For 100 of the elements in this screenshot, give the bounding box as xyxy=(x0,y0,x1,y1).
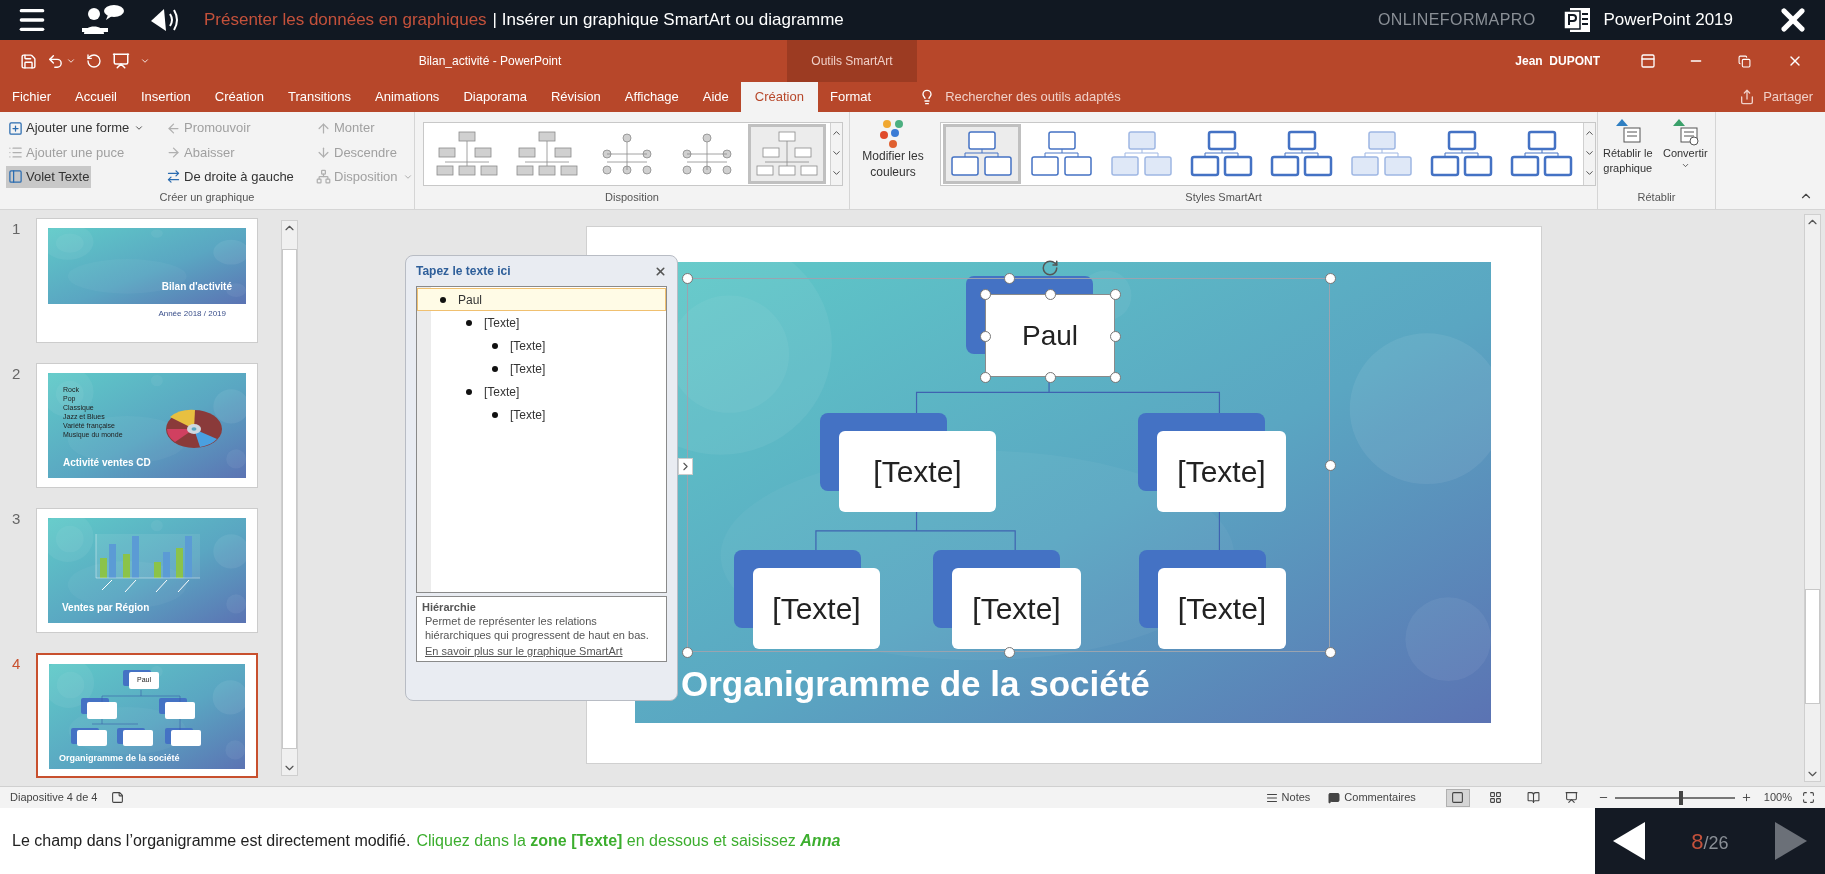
resize-handle[interactable] xyxy=(1003,647,1015,658)
org-chart-node[interactable]: [Texte] xyxy=(1158,568,1286,649)
ribbon-tab[interactable]: Insertion xyxy=(128,82,203,112)
resize-handle[interactable] xyxy=(1003,273,1015,284)
org-chart-node[interactable]: [Texte] xyxy=(952,568,1081,649)
resize-handle[interactable] xyxy=(1110,289,1121,300)
resize-handle[interactable] xyxy=(682,647,693,658)
ribbon-tab[interactable]: Format xyxy=(817,82,884,112)
next-icon[interactable] xyxy=(1775,822,1807,860)
share-button[interactable]: Partager xyxy=(1739,82,1825,112)
org-chart-node[interactable]: [Texte] xyxy=(839,431,996,512)
scrollbar[interactable] xyxy=(281,220,298,776)
resize-handle[interactable] xyxy=(1045,372,1056,383)
normal-view-icon xyxy=(1451,791,1465,804)
previous-icon[interactable] xyxy=(1613,822,1645,860)
tutor-icon[interactable] xyxy=(80,4,126,36)
reset-graphic-button[interactable]: Rétablir le graphique xyxy=(1599,116,1657,176)
ribbon-display-icon[interactable] xyxy=(1640,53,1656,69)
expand-pane-icon[interactable] xyxy=(678,458,693,475)
resize-handle[interactable] xyxy=(1325,460,1336,471)
scroll-thumb[interactable] xyxy=(282,249,297,749)
ribbon-command[interactable]: Volet Texte xyxy=(6,165,92,188)
scroll-thumb[interactable] xyxy=(1805,589,1820,704)
slide-counter: Diapositive 4 de 4 xyxy=(10,790,98,806)
ribbon-tab[interactable]: Diaporama xyxy=(451,82,539,112)
resize-handle[interactable] xyxy=(980,289,991,300)
outline-item[interactable]: [Texte] xyxy=(417,380,666,403)
scrollbar[interactable] xyxy=(1804,214,1821,782)
bullet-icon xyxy=(492,411,498,418)
org-chart-icon xyxy=(949,129,1015,179)
ribbon-tab[interactable]: Révision xyxy=(538,82,613,112)
outline-item[interactable]: [Texte] xyxy=(417,357,666,380)
style-option[interactable] xyxy=(943,124,1021,184)
notes-check-icon[interactable] xyxy=(111,791,125,804)
ribbon-command[interactable]: De droite à gauche xyxy=(164,165,296,188)
org-chart-icon xyxy=(1429,129,1495,179)
slide-number: 1 xyxy=(11,219,22,239)
ribbon-tab[interactable]: Animations xyxy=(363,82,452,112)
arrow-down-icon xyxy=(316,144,331,160)
slide-thumbnail[interactable]: Bilan d'activité Année 2018 / 2019 xyxy=(36,218,258,343)
zoom-in-icon[interactable] xyxy=(1740,792,1752,803)
resize-handle[interactable] xyxy=(1110,372,1121,383)
convert-button[interactable]: Convertir xyxy=(1656,116,1714,170)
cd-drawing xyxy=(165,409,223,449)
ribbon-tab[interactable]: Fichier xyxy=(0,82,63,112)
ribbon-tab[interactable]: Accueil xyxy=(63,82,129,112)
comments-button[interactable]: Commentaires xyxy=(1328,789,1416,806)
org-chart-node[interactable]: [Texte] xyxy=(1157,431,1286,512)
org-chart-node[interactable]: [Texte] xyxy=(753,568,880,649)
thumbnail-title: Organigramme de la société xyxy=(59,751,180,765)
thumbnail-title: Ventes par Région xyxy=(62,601,150,615)
rotate-handle-icon[interactable] xyxy=(1041,259,1059,277)
outline-item[interactable]: [Texte] xyxy=(417,311,666,334)
resize-handle[interactable] xyxy=(1325,647,1336,658)
close-icon[interactable] xyxy=(654,264,667,278)
course-title: Présenter les données en graphiques xyxy=(204,9,487,32)
bullet-list-icon xyxy=(8,144,23,160)
comment-icon xyxy=(1328,791,1341,804)
resize-handle[interactable] xyxy=(1110,330,1121,342)
ribbon-tab[interactable]: Affichage xyxy=(612,82,691,112)
undo-icon[interactable] xyxy=(47,52,64,70)
thumbnail-subtitle: Année 2018 / 2019 xyxy=(158,308,226,320)
search-field[interactable]: Rechercher des outils adaptés xyxy=(945,87,1121,107)
zoom-slider[interactable] xyxy=(1612,790,1737,805)
thumbnail-title: Bilan d'activité xyxy=(161,280,232,294)
notes-button[interactable]: Notes xyxy=(1265,789,1311,806)
customize-icon[interactable] xyxy=(140,56,150,66)
zoom-percentage[interactable]: 100% xyxy=(1763,789,1792,806)
resize-handle[interactable] xyxy=(1045,289,1056,300)
ribbon-tab[interactable]: Création xyxy=(202,82,276,112)
resize-handle[interactable] xyxy=(682,273,693,284)
resize-handle[interactable] xyxy=(1325,273,1336,284)
change-colors-button[interactable]: Modifier les couleurs xyxy=(850,118,936,180)
fit-slide-icon[interactable] xyxy=(1802,791,1815,804)
org-chart-icon xyxy=(1269,129,1335,179)
outline-item[interactable]: [Texte] xyxy=(417,403,666,426)
panel-icon xyxy=(8,169,23,185)
save-icon[interactable] xyxy=(20,52,37,70)
outline-item[interactable]: Paul xyxy=(417,288,666,311)
slider-thumb[interactable] xyxy=(1678,790,1683,805)
ribbon-tab[interactable]: Aide xyxy=(690,82,741,112)
share-icon xyxy=(1739,89,1756,105)
org-chart-node[interactable]: Paul xyxy=(985,294,1115,377)
learn-more-link[interactable]: En savoir plus sur le graphique SmartArt xyxy=(422,644,661,658)
redo-icon[interactable] xyxy=(86,53,102,69)
resize-handle[interactable] xyxy=(980,372,991,383)
slideshow-icon[interactable] xyxy=(112,52,130,70)
product-name: PowerPoint 2019 xyxy=(1603,9,1733,32)
ribbon-tab[interactable]: Transitions xyxy=(275,82,364,112)
resize-handle[interactable] xyxy=(980,330,991,342)
bullet-icon xyxy=(466,388,472,395)
ribbon-command[interactable]: Ajouter une forme xyxy=(6,117,147,139)
view-button[interactable] xyxy=(1445,788,1470,807)
grid-view-icon xyxy=(1489,791,1503,804)
ribbon-tab[interactable]: Création xyxy=(740,82,818,112)
caret-icon[interactable] xyxy=(66,56,76,66)
pane-title: Tapez le texte ici xyxy=(416,263,511,280)
layout-description: Permet de représenter les relations hiérarchiques qui progressent de haut en bas. xyxy=(424,614,650,642)
restore-icon[interactable] xyxy=(1738,54,1751,68)
outline-item[interactable]: [Texte] xyxy=(417,334,666,357)
